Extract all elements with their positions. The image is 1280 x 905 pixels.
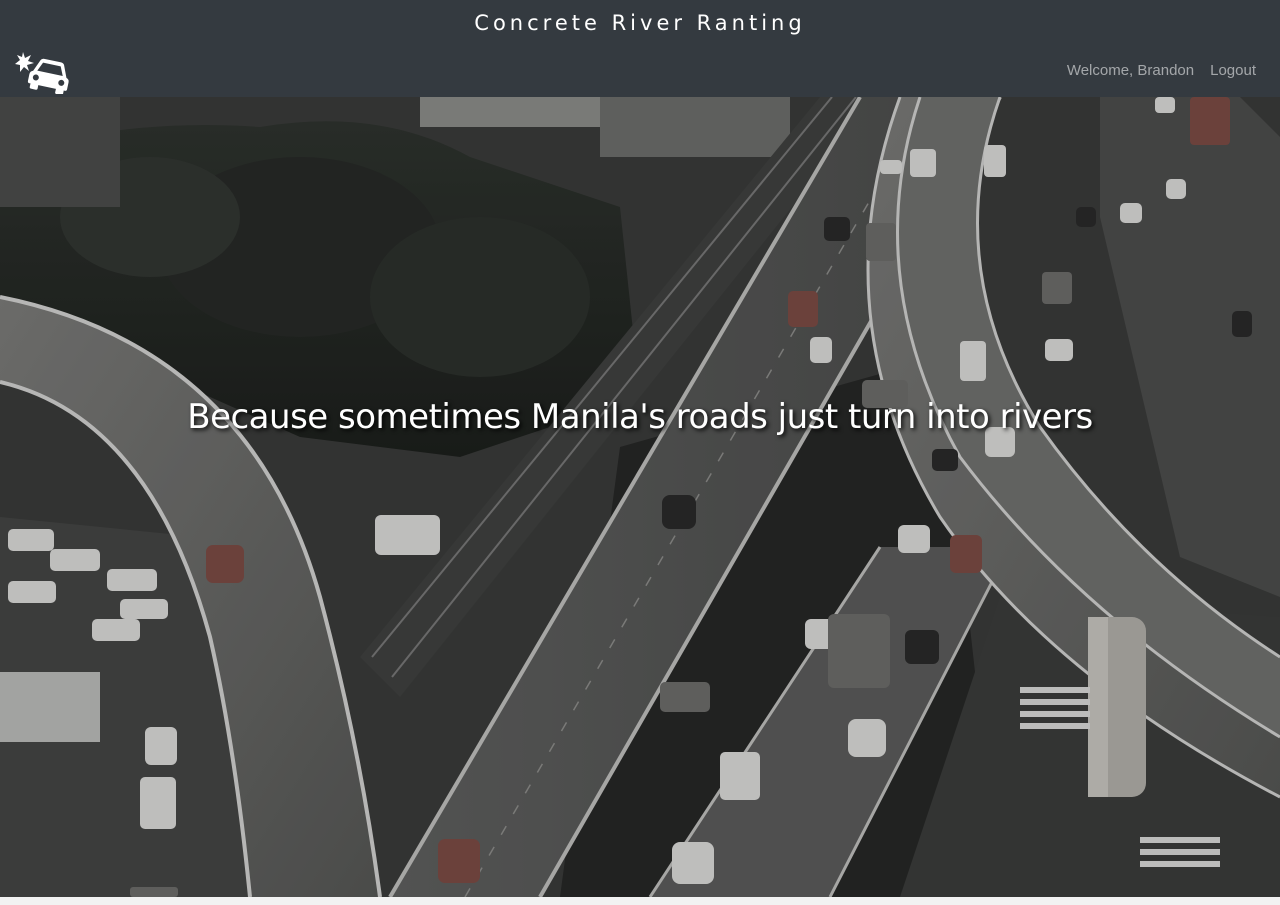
top-navbar: Concrete River Ranting Welcome, Brandon … <box>0 0 1280 97</box>
car-crash-icon[interactable] <box>14 48 70 96</box>
hero-tagline: Because sometimes Manila's roads just tu… <box>187 397 1093 437</box>
site-title: Concrete River Ranting <box>474 11 806 35</box>
page-bottom-strip <box>0 897 1280 905</box>
welcome-text: Welcome, Brandon <box>1066 62 1195 79</box>
hero-banner: Because sometimes Manila's roads just tu… <box>0 97 1280 897</box>
highway-aerial-image <box>0 97 1280 897</box>
user-nav: Welcome, Brandon Logout <box>1067 62 1256 79</box>
logout-link[interactable]: Logout <box>1210 62 1256 79</box>
